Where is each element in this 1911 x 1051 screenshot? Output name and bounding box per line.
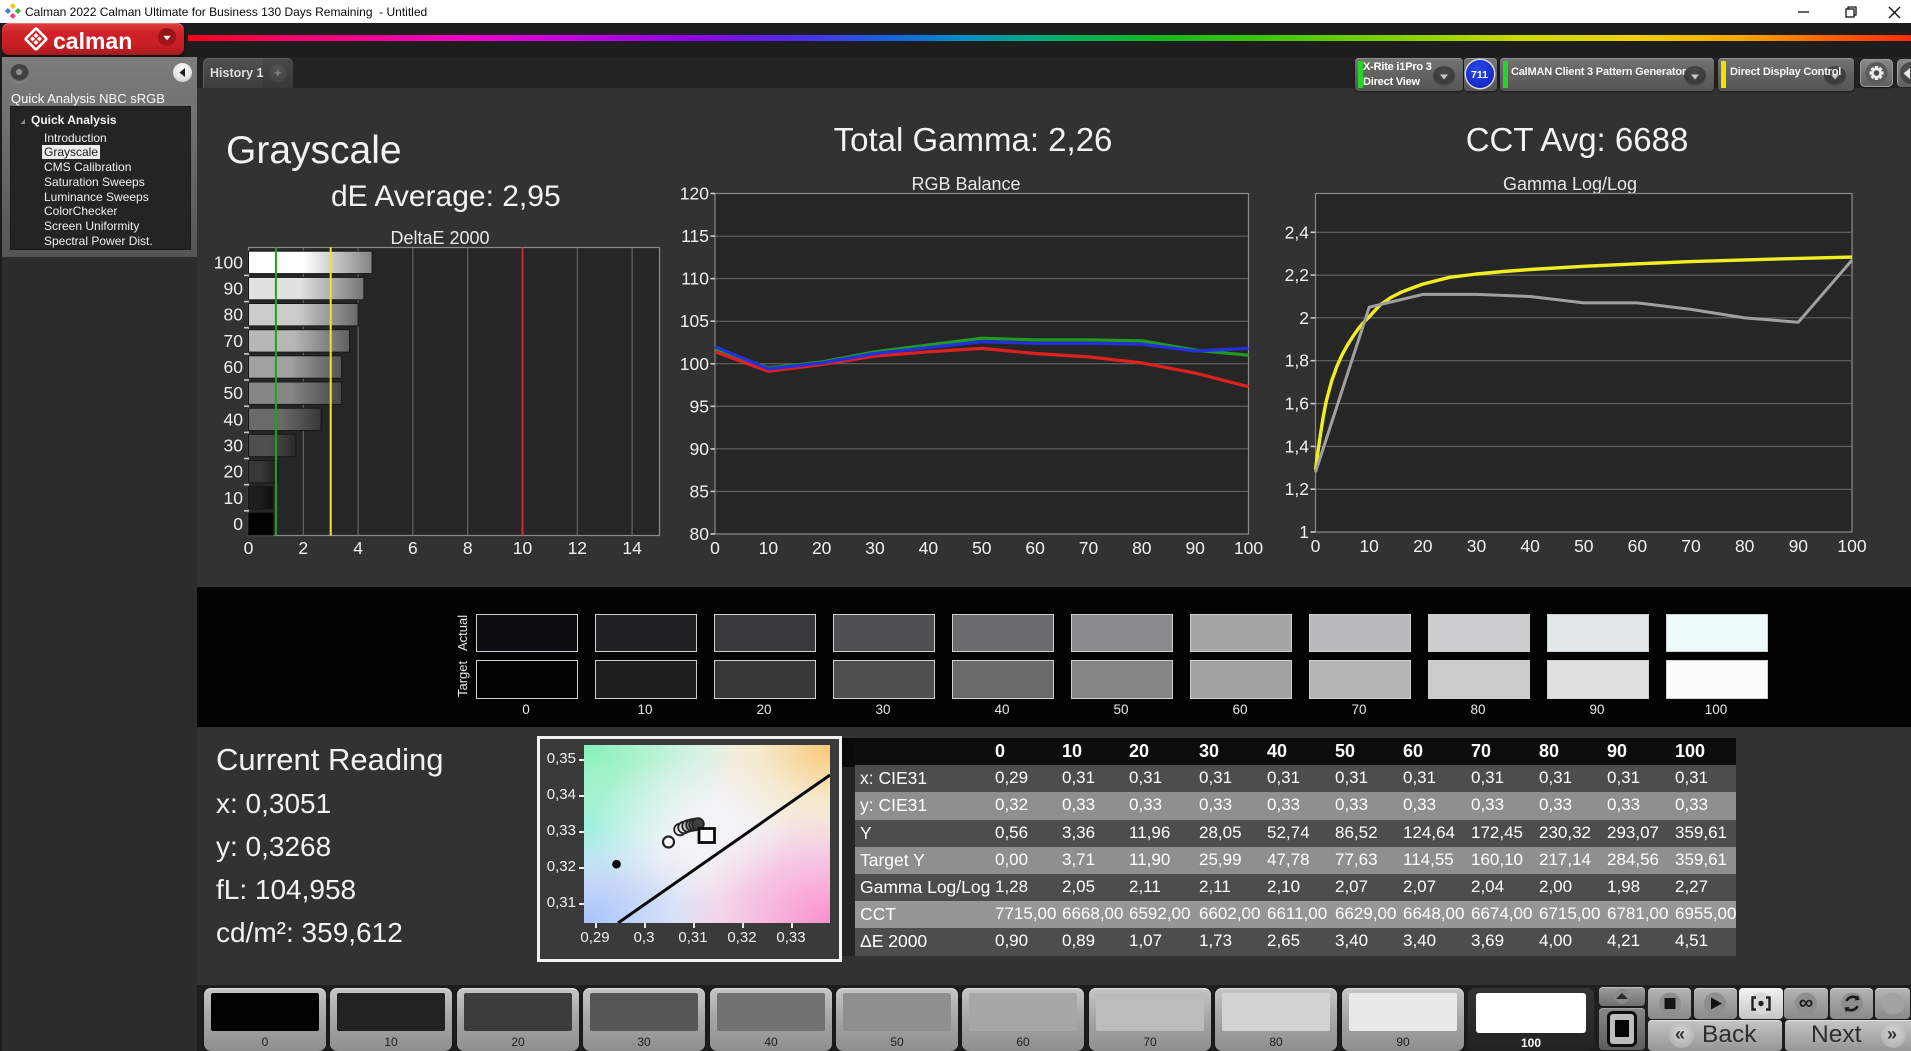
svg-text:70: 70 <box>1681 536 1701 556</box>
svg-text:8: 8 <box>463 538 473 558</box>
svg-text:10: 10 <box>1359 536 1379 556</box>
svg-text:90: 90 <box>1789 536 1809 556</box>
svg-text:50: 50 <box>224 383 244 403</box>
svg-text:120: 120 <box>680 185 709 204</box>
svg-text:40: 40 <box>1520 536 1540 556</box>
svg-text:40: 40 <box>224 409 244 429</box>
svg-text:95: 95 <box>690 396 709 416</box>
svg-text:100: 100 <box>1234 538 1263 558</box>
svg-text:80: 80 <box>224 305 244 325</box>
svg-text:110: 110 <box>681 269 709 289</box>
svg-text:14: 14 <box>622 538 642 558</box>
svg-text:50: 50 <box>1574 536 1594 556</box>
svg-text:2: 2 <box>298 538 308 558</box>
svg-text:30: 30 <box>865 538 885 558</box>
svg-text:1,6: 1,6 <box>1285 394 1309 414</box>
svg-text:10: 10 <box>513 538 533 558</box>
svg-text:1,4: 1,4 <box>1285 436 1310 456</box>
svg-text:80: 80 <box>1132 538 1152 558</box>
svg-text:0: 0 <box>244 538 254 558</box>
svg-text:2: 2 <box>1299 308 1309 328</box>
svg-text:12: 12 <box>568 538 587 558</box>
svg-text:100: 100 <box>1837 536 1866 556</box>
svg-text:105: 105 <box>680 311 709 331</box>
svg-text:20: 20 <box>812 538 832 558</box>
svg-text:90: 90 <box>690 439 710 459</box>
svg-text:30: 30 <box>1467 536 1487 556</box>
svg-text:∞: ∞ <box>1799 992 1813 1014</box>
svg-text:20: 20 <box>224 462 244 482</box>
svg-text:1,8: 1,8 <box>1285 351 1309 371</box>
svg-text:60: 60 <box>1025 538 1045 558</box>
svg-text:0: 0 <box>1311 536 1321 556</box>
svg-text:2,2: 2,2 <box>1285 265 1309 285</box>
svg-text:4: 4 <box>353 538 363 558</box>
svg-text:50: 50 <box>972 538 992 558</box>
svg-text:100: 100 <box>214 252 243 272</box>
svg-text:90: 90 <box>1185 538 1205 558</box>
svg-text:1: 1 <box>1299 522 1309 542</box>
svg-text:115: 115 <box>681 226 709 246</box>
svg-text:85: 85 <box>690 481 709 501</box>
svg-text:60: 60 <box>224 357 244 377</box>
svg-text:40: 40 <box>919 538 939 558</box>
svg-text:80: 80 <box>690 524 710 544</box>
svg-text:10: 10 <box>759 538 779 558</box>
svg-text:60: 60 <box>1628 536 1648 556</box>
svg-text:6: 6 <box>408 538 418 558</box>
svg-text:100: 100 <box>680 354 709 374</box>
svg-text:30: 30 <box>224 436 244 456</box>
svg-text:20: 20 <box>1413 536 1433 556</box>
svg-text:90: 90 <box>224 279 244 299</box>
svg-text:10: 10 <box>224 488 244 508</box>
svg-text:1,2: 1,2 <box>1285 479 1309 499</box>
svg-text:70: 70 <box>224 331 244 351</box>
svg-text:80: 80 <box>1735 536 1755 556</box>
svg-text:0: 0 <box>233 514 243 534</box>
svg-text:70: 70 <box>1079 538 1099 558</box>
svg-text:2,4: 2,4 <box>1285 222 1310 242</box>
svg-text:0: 0 <box>710 538 720 558</box>
